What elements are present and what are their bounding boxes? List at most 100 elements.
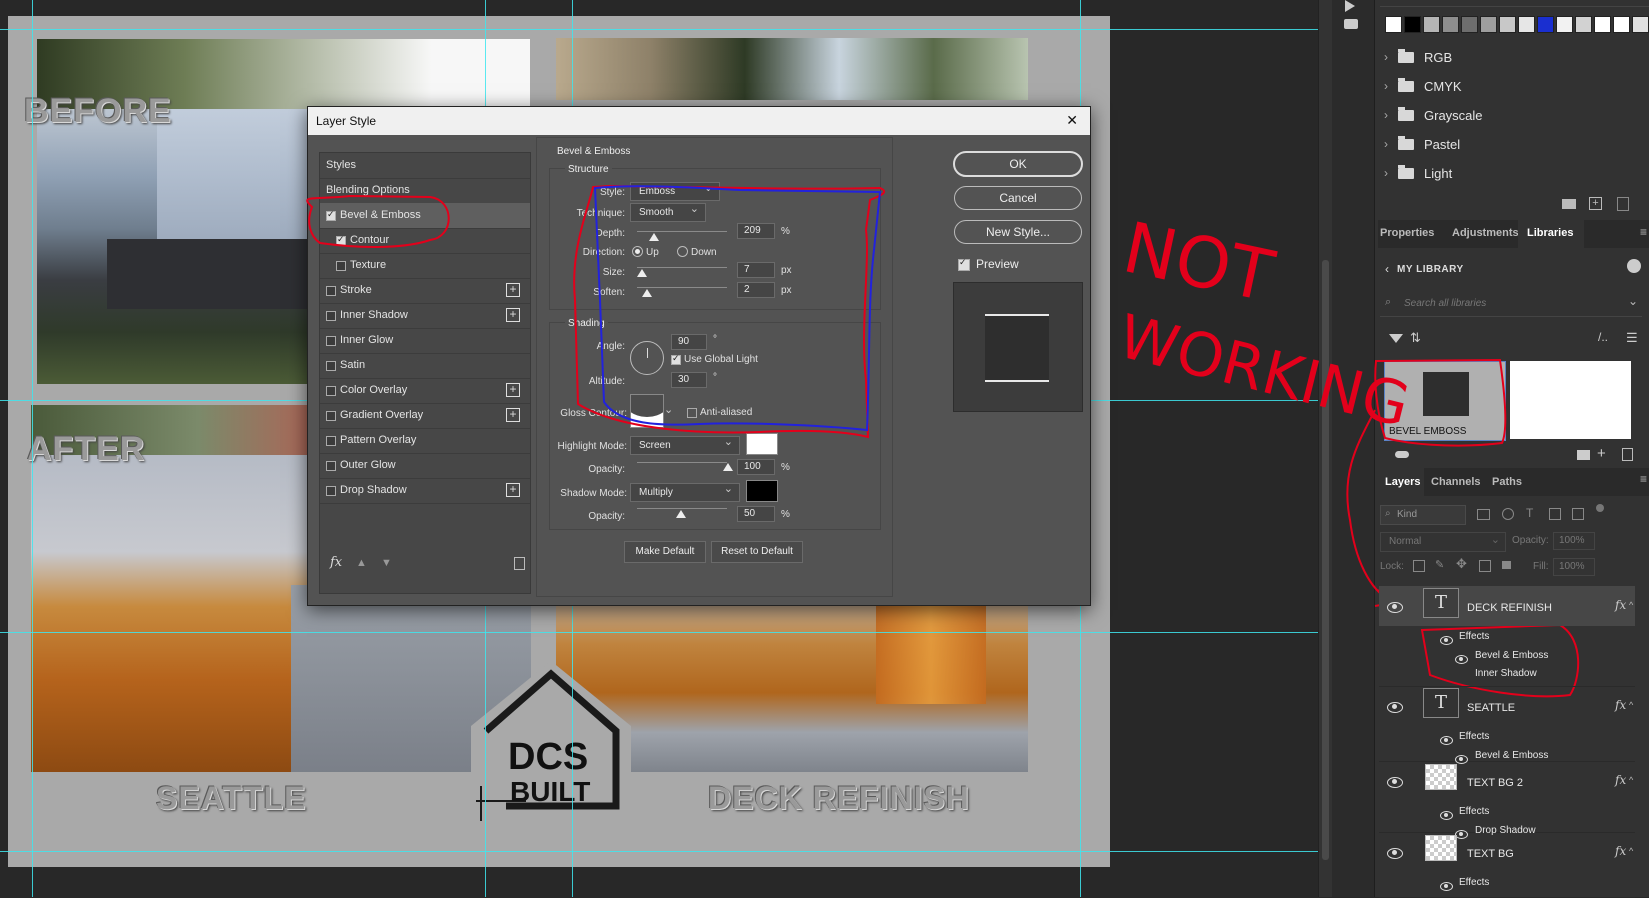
size-slider[interactable] bbox=[637, 267, 727, 268]
add-effect-icon[interactable]: + bbox=[506, 283, 520, 297]
library-title[interactable]: MY LIBRARY bbox=[1397, 264, 1464, 275]
visibility-eye-icon[interactable] bbox=[1387, 702, 1403, 713]
trash-icon[interactable] bbox=[1617, 197, 1629, 211]
adjustment-filter-icon[interactable] bbox=[1502, 508, 1514, 520]
opacity-field[interactable]: 100% bbox=[1553, 532, 1595, 550]
tab-properties[interactable]: Properties bbox=[1380, 227, 1434, 239]
color-swatch[interactable] bbox=[1423, 16, 1440, 33]
highlight-opacity-knob[interactable] bbox=[723, 463, 733, 471]
effect-color-overlay[interactable]: Color Overlay + bbox=[320, 378, 530, 404]
effects-eye-icon[interactable] bbox=[1440, 811, 1453, 820]
effect-checkbox[interactable] bbox=[326, 209, 336, 221]
color-swatch[interactable] bbox=[1518, 16, 1535, 33]
shadow-opacity-knob[interactable] bbox=[676, 510, 686, 518]
effect-checkbox[interactable] bbox=[326, 311, 336, 321]
back-chevron-icon[interactable]: ‹ bbox=[1385, 262, 1389, 276]
blending-options-item[interactable]: Blending Options bbox=[320, 178, 530, 204]
layer-name[interactable]: DECK REFINISH bbox=[1467, 602, 1552, 614]
preview-checkbox[interactable] bbox=[958, 257, 970, 271]
fx-icon[interactable]: fx bbox=[1615, 598, 1626, 612]
sort-icon[interactable]: ⇅ bbox=[1410, 330, 1421, 346]
layer-row[interactable]: TEXT BG fx ^ Effects bbox=[1379, 832, 1635, 898]
tab-adjustments[interactable]: Adjustments bbox=[1452, 227, 1519, 239]
altitude-field[interactable]: 30 bbox=[671, 372, 707, 388]
soften-field[interactable]: 2 bbox=[737, 282, 775, 298]
user-icon[interactable] bbox=[1627, 259, 1641, 273]
highlight-opacity-field[interactable]: 100 bbox=[737, 459, 775, 475]
move-down-icon[interactable]: ▼ bbox=[381, 557, 392, 569]
tab-libraries[interactable]: Libraries bbox=[1527, 227, 1573, 239]
swatch-folder-grayscale[interactable]: › Grayscale bbox=[1384, 102, 1649, 128]
reset-to-default-button[interactable]: Reset to Default bbox=[711, 541, 803, 563]
visibility-eye-icon[interactable] bbox=[1387, 777, 1403, 788]
comment-icon[interactable] bbox=[1344, 19, 1358, 29]
play-icon[interactable] bbox=[1345, 0, 1355, 12]
effects-label[interactable]: Effects bbox=[1459, 631, 1489, 642]
color-swatch[interactable] bbox=[1385, 16, 1402, 33]
shadow-color-swatch[interactable] bbox=[746, 480, 778, 502]
effect-checkbox[interactable] bbox=[326, 436, 336, 446]
effect-item[interactable]: Bevel & Emboss bbox=[1475, 650, 1548, 661]
chevron-right-icon[interactable]: › bbox=[1384, 137, 1398, 151]
effect-contour[interactable]: Contour bbox=[320, 228, 530, 254]
direction-down-radio[interactable] bbox=[677, 246, 688, 257]
styles-header[interactable]: Styles bbox=[320, 153, 530, 179]
visibility-eye-icon[interactable] bbox=[1387, 602, 1403, 613]
shape-filter-icon[interactable] bbox=[1549, 508, 1561, 520]
new-style-button[interactable]: New Style... bbox=[954, 220, 1082, 244]
direction-up-radio[interactable] bbox=[632, 246, 643, 257]
tab-channels[interactable]: Channels bbox=[1431, 476, 1481, 488]
new-swatch-icon[interactable]: + bbox=[1589, 197, 1602, 210]
library-folder-icon[interactable] bbox=[1577, 450, 1590, 460]
color-swatch[interactable] bbox=[1632, 16, 1649, 33]
size-field[interactable]: 7 bbox=[737, 262, 775, 278]
effect-inner-glow[interactable]: Inner Glow bbox=[320, 328, 530, 354]
library-add-icon[interactable]: + bbox=[1597, 445, 1606, 462]
color-swatch[interactable] bbox=[1404, 16, 1421, 33]
effect-checkbox[interactable] bbox=[326, 386, 336, 396]
lock-transparent-icon[interactable] bbox=[1413, 560, 1425, 572]
add-effect-icon[interactable]: + bbox=[506, 483, 520, 497]
list-view-icon[interactable]: ☰ bbox=[1626, 330, 1638, 346]
highlight-color-swatch[interactable] bbox=[746, 433, 778, 455]
style-select[interactable]: Emboss bbox=[630, 180, 720, 201]
tab-paths[interactable]: Paths bbox=[1492, 476, 1522, 488]
chevron-down-icon[interactable]: ⌄ bbox=[1628, 294, 1638, 308]
swatch-folder-rgb[interactable]: › RGB bbox=[1384, 44, 1649, 70]
color-swatch[interactable] bbox=[1499, 16, 1516, 33]
effects-label[interactable]: Effects bbox=[1459, 877, 1489, 888]
shadow-opacity-field[interactable]: 50 bbox=[737, 506, 775, 522]
smart-object-filter-icon[interactable] bbox=[1572, 508, 1584, 520]
effect-outer-glow[interactable]: Outer Glow bbox=[320, 453, 530, 479]
color-swatch[interactable] bbox=[1575, 16, 1592, 33]
delete-effect-icon[interactable] bbox=[514, 557, 525, 570]
tab-layers[interactable]: Layers bbox=[1385, 476, 1420, 488]
add-effect-icon[interactable]: + bbox=[506, 308, 520, 322]
view-toggle-icon[interactable]: /.. bbox=[1598, 330, 1608, 344]
add-effect-icon[interactable]: + bbox=[506, 408, 520, 422]
collapse-chevron-icon[interactable]: ^ bbox=[1629, 846, 1633, 856]
fx-menu-icon[interactable]: fx bbox=[330, 555, 342, 570]
depth-slider-knob[interactable] bbox=[649, 233, 659, 241]
depth-field[interactable]: 209 bbox=[737, 223, 775, 239]
make-default-button[interactable]: Make Default bbox=[624, 541, 706, 563]
effect-drop-shadow[interactable]: Drop Shadow + bbox=[320, 478, 530, 504]
fx-icon[interactable]: fx bbox=[1615, 698, 1626, 712]
pixel-filter-icon[interactable] bbox=[1477, 509, 1490, 520]
lock-position-icon[interactable]: ✥ bbox=[1456, 556, 1467, 572]
effect-gradient-overlay[interactable]: Gradient Overlay + bbox=[320, 403, 530, 429]
color-swatch[interactable] bbox=[1480, 16, 1497, 33]
effect-stroke[interactable]: Stroke + bbox=[320, 278, 530, 304]
effect-pattern-overlay[interactable]: Pattern Overlay bbox=[320, 428, 530, 454]
gloss-contour-picker[interactable] bbox=[630, 394, 664, 428]
gloss-contour-chevron-icon[interactable]: ⌄ bbox=[664, 403, 673, 416]
effect-satin[interactable]: Satin bbox=[320, 353, 530, 379]
effects-eye-icon[interactable] bbox=[1440, 882, 1453, 891]
collapse-chevron-icon[interactable]: ^ bbox=[1629, 775, 1633, 785]
effect-bevel-emboss[interactable]: Bevel & Emboss bbox=[320, 203, 530, 229]
layer-row[interactable]: TEXT BG 2 fx ^ Effects Drop Shadow bbox=[1379, 761, 1635, 839]
effect-checkbox[interactable] bbox=[326, 461, 336, 471]
layer-name[interactable]: TEXT BG 2 bbox=[1467, 777, 1523, 789]
visibility-eye-icon[interactable] bbox=[1387, 848, 1403, 859]
effects-eye-icon[interactable] bbox=[1440, 736, 1453, 745]
